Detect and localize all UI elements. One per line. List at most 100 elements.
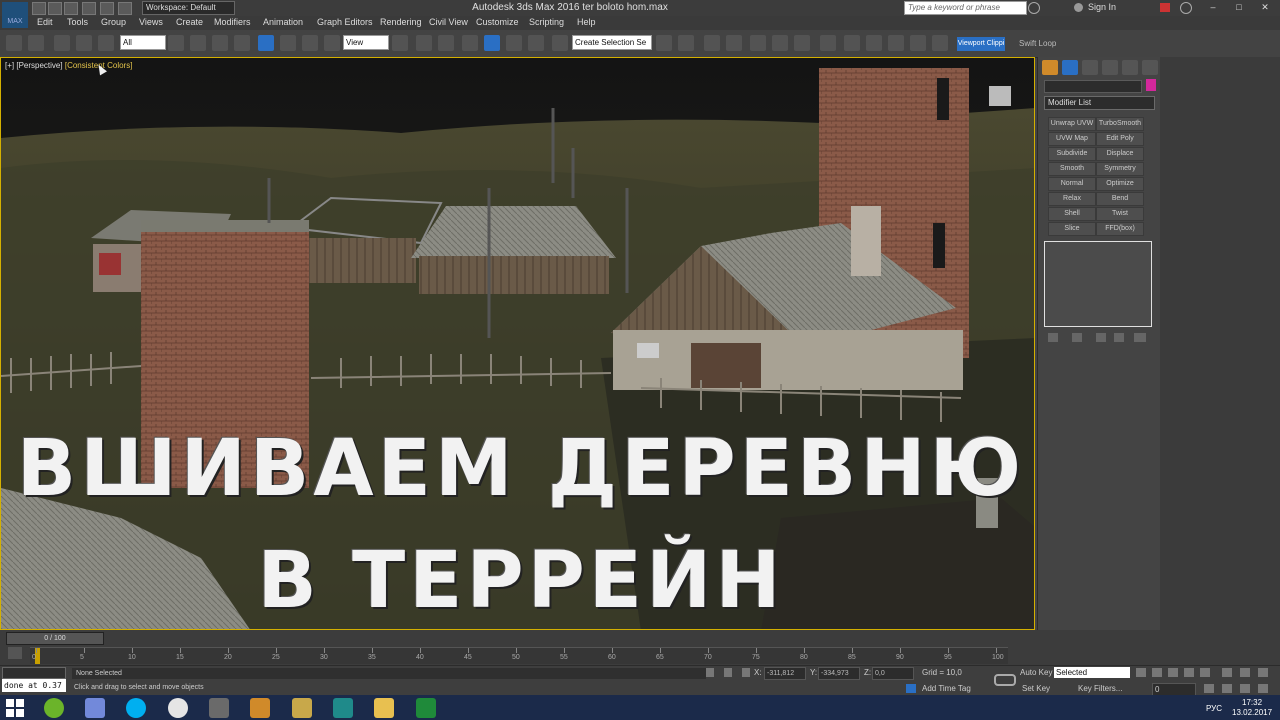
edit-poly-button[interactable]: Edit Poly: [1096, 132, 1144, 146]
select-and-move-icon[interactable]: [258, 35, 274, 51]
curve-editor-icon[interactable]: [772, 35, 788, 51]
menu-rendering[interactable]: Rendering: [380, 17, 422, 27]
bind-space-warp-icon[interactable]: [98, 35, 114, 51]
menu-graph-editors[interactable]: Graph Editors: [317, 17, 373, 27]
subdivide-button[interactable]: Subdivide: [1048, 147, 1096, 161]
orbit-icon[interactable]: [1240, 684, 1250, 693]
close-button[interactable]: ✕: [1252, 0, 1278, 14]
edit-named-selection-icon[interactable]: [552, 35, 568, 51]
select-by-name-icon[interactable]: [190, 35, 206, 51]
auto-key-button[interactable]: Auto Key: [1020, 668, 1052, 677]
object-name-field[interactable]: [1044, 80, 1142, 93]
sign-in-link[interactable]: Sign In: [1088, 2, 1116, 12]
swift-loop-button[interactable]: Swift Loop: [1019, 39, 1056, 48]
app-icon[interactable]: [209, 698, 229, 718]
layer-manager-icon[interactable]: [726, 35, 742, 51]
maxscript-output[interactable]: done at 0.37: [2, 679, 66, 692]
previous-frame-icon[interactable]: [1152, 668, 1162, 677]
play-icon[interactable]: [1168, 668, 1178, 677]
skype-icon[interactable]: [126, 698, 146, 718]
set-key-button[interactable]: Set Key: [1022, 684, 1050, 693]
project-folder-icon[interactable]: [118, 2, 132, 15]
game-icon[interactable]: [250, 698, 270, 718]
system-tray[interactable]: [1128, 703, 1178, 712]
3ds-max-taskbar-icon[interactable]: [333, 698, 353, 718]
mini-curve-editor-icon[interactable]: [8, 647, 22, 659]
configure-modifier-sets-icon[interactable]: [1134, 333, 1146, 342]
align-icon[interactable]: [678, 35, 694, 51]
menu-tools[interactable]: Tools: [67, 17, 88, 27]
time-tag-icon[interactable]: [906, 684, 916, 693]
twist-button[interactable]: Twist: [1096, 207, 1144, 221]
menu-create[interactable]: Create: [176, 17, 203, 27]
maxscript-listener-input[interactable]: [2, 667, 66, 679]
unlink-icon[interactable]: [76, 35, 92, 51]
render-production-icon[interactable]: [888, 35, 904, 51]
clock[interactable]: 17:32 13.02.2017: [1232, 698, 1272, 718]
z-coordinate-field[interactable]: 0,0: [872, 667, 914, 680]
key-icon[interactable]: [994, 674, 1016, 686]
track-bar[interactable]: 0 5 10 15 20 25 30 35 40 45 50 55 60 65 70 75 80 85 90 95 10…: [30, 647, 1008, 664]
undo-icon[interactable]: [6, 35, 22, 51]
selection-lock-icon[interactable]: [724, 668, 732, 677]
discord-icon[interactable]: [85, 698, 105, 718]
menu-customize[interactable]: Customize: [476, 17, 519, 27]
search-icon[interactable]: [1028, 2, 1040, 14]
search-input[interactable]: Type a keyword or phrase: [904, 1, 1027, 15]
unwrap-uvw-button[interactable]: Unwrap UVW: [1048, 117, 1096, 131]
time-configuration-icon[interactable]: [1204, 684, 1214, 693]
select-and-rotate-icon[interactable]: [280, 35, 296, 51]
bend-button[interactable]: Bend: [1096, 192, 1144, 206]
add-time-tag-button[interactable]: Add Time Tag: [922, 684, 971, 693]
displace-button[interactable]: Displace: [1096, 147, 1144, 161]
viewcube-icon[interactable]: [989, 86, 1011, 106]
pin-stack-icon[interactable]: [1048, 333, 1058, 342]
max-application-button[interactable]: MAX: [2, 2, 28, 28]
render-setup-icon[interactable]: [844, 35, 860, 51]
field-of-view-icon[interactable]: [1222, 684, 1232, 693]
shell-button[interactable]: Shell: [1048, 207, 1096, 221]
window-crossing-icon[interactable]: [234, 35, 250, 51]
utilities-tab-icon[interactable]: [1142, 60, 1158, 75]
make-unique-icon[interactable]: [1096, 333, 1106, 342]
optimize-button[interactable]: Optimize: [1096, 177, 1144, 191]
viewport-point-of-view[interactable]: [Perspective]: [16, 61, 62, 70]
x-coordinate-field[interactable]: -311,812: [764, 667, 806, 680]
zoom-icon[interactable]: [1222, 668, 1232, 677]
scene-explorer-icon[interactable]: [704, 35, 720, 51]
display-tab-icon[interactable]: [1122, 60, 1138, 75]
schematic-view-icon[interactable]: [794, 35, 810, 51]
menu-civil-view[interactable]: Civil View: [429, 17, 468, 27]
y-coordinate-field[interactable]: -334,973: [818, 667, 860, 680]
menu-views[interactable]: Views: [139, 17, 163, 27]
key-filters-button[interactable]: Key Filters...: [1078, 684, 1122, 693]
spinner-snap-icon[interactable]: [528, 35, 544, 51]
exchange-icon[interactable]: [1160, 3, 1170, 12]
new-file-icon[interactable]: [32, 2, 46, 15]
perspective-viewport[interactable]: [+] [Perspective] [Consistent Colors] ВШ…: [0, 57, 1035, 630]
named-selection-dropdown[interactable]: Create Selection Se: [572, 35, 652, 50]
viewport-label[interactable]: [+] [Perspective] [Consistent Colors]: [5, 61, 132, 70]
archive-icon[interactable]: [292, 698, 312, 718]
input-language[interactable]: РУС: [1206, 704, 1222, 713]
camtasia-icon[interactable]: [416, 698, 436, 718]
next-frame-icon[interactable]: [1184, 668, 1194, 677]
help-icon[interactable]: [1180, 2, 1192, 14]
menu-animation[interactable]: Animation: [263, 17, 303, 27]
symmetry-button[interactable]: Symmetry: [1096, 162, 1144, 176]
select-and-place-icon[interactable]: [324, 35, 340, 51]
menu-scripting[interactable]: Scripting: [529, 17, 564, 27]
rendered-frame-window-icon[interactable]: [866, 35, 882, 51]
maximize-button[interactable]: □: [1226, 0, 1252, 14]
redo-icon[interactable]: [28, 35, 44, 51]
normal-button[interactable]: Normal: [1048, 177, 1096, 191]
redo-icon[interactable]: [100, 2, 114, 15]
windows-start-icon[interactable]: [6, 699, 24, 717]
snaps-toggle-icon[interactable]: [462, 35, 478, 51]
hierarchy-tab-icon[interactable]: [1082, 60, 1098, 75]
percent-snap-icon[interactable]: [506, 35, 522, 51]
undo-icon[interactable]: [82, 2, 96, 15]
relax-button[interactable]: Relax: [1048, 192, 1096, 206]
zoom-all-icon[interactable]: [1240, 668, 1250, 677]
slice-button[interactable]: Slice: [1048, 222, 1096, 236]
